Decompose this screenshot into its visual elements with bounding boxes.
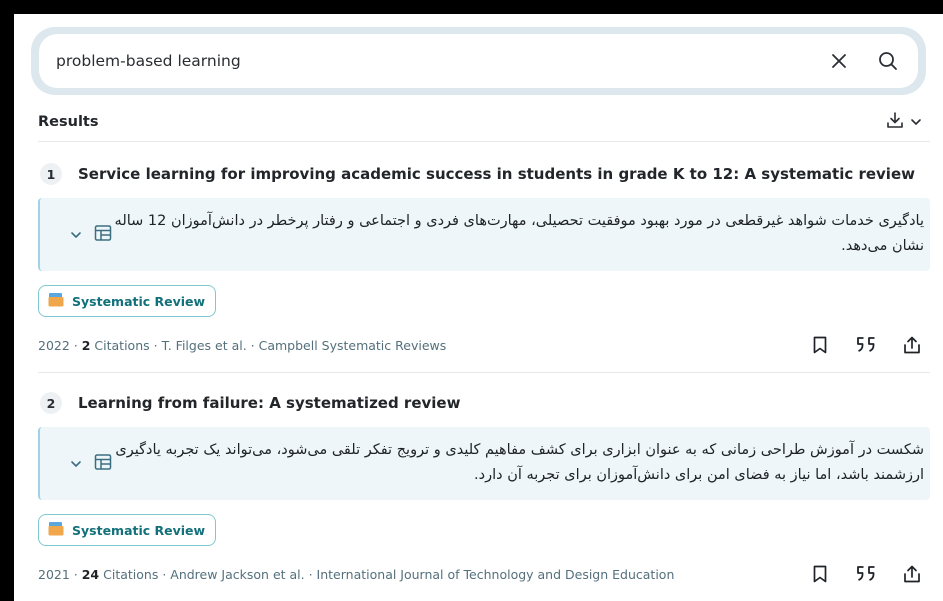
- result-number: 2: [40, 392, 62, 414]
- result-meta: 2021 · 24 Citations · Andrew Jackson et …: [38, 566, 675, 582]
- folder-icon: [48, 292, 64, 310]
- authors: T. Filges et al.: [161, 337, 247, 353]
- study-type-label: Systematic Review: [72, 293, 206, 309]
- chevron-down-icon[interactable]: [70, 226, 82, 245]
- year: 2022: [38, 337, 70, 353]
- quote-icon[interactable]: [852, 560, 880, 588]
- result-actions: [806, 560, 926, 588]
- authors: Andrew Jackson et al.: [170, 566, 305, 582]
- chevron-down-icon[interactable]: [70, 455, 82, 474]
- result-title-row: 2 Learning from failure: A systematized …: [38, 387, 930, 419]
- study-type-badge[interactable]: Systematic Review: [38, 514, 217, 546]
- folder-icon: [48, 521, 64, 539]
- close-icon[interactable]: [819, 41, 859, 81]
- result-title-row: 1 Service learning for improving academi…: [38, 158, 930, 190]
- citations-label: Citations: [94, 337, 150, 353]
- download-icon: [886, 111, 904, 133]
- result-item: 1 Service learning for improving academi…: [38, 158, 930, 362]
- summary-text: شکست در آموزش طراحی زمانی که به عنوان اب…: [115, 442, 924, 483]
- bookmark-icon[interactable]: [806, 331, 834, 359]
- quote-icon[interactable]: [852, 331, 880, 359]
- journal: International Journal of Technology and …: [316, 566, 675, 582]
- table-icon[interactable]: [94, 224, 112, 246]
- share-icon[interactable]: [898, 560, 926, 588]
- study-type-badge[interactable]: Systematic Review: [38, 285, 217, 317]
- journal: Campbell Systematic Reviews: [258, 337, 447, 353]
- result-actions: [806, 331, 926, 359]
- result-meta: 2022 · 2 Citations · T. Filges et al. · …: [38, 337, 447, 353]
- result-item: 2 Learning from failure: A systematized …: [38, 387, 930, 591]
- search-bar: [31, 27, 926, 95]
- result-summary: شکست در آموزش طراحی زمانی که به عنوان اب…: [38, 427, 930, 500]
- result-divider: [38, 372, 930, 373]
- result-meta-row: 2022 · 2 Citations · T. Filges et al. · …: [38, 328, 930, 362]
- results-title: Results: [38, 114, 99, 130]
- result-summary: یادگیری خدمات شواهد غیرقطعی در مورد بهبو…: [38, 198, 930, 271]
- result-title[interactable]: Service learning for improving academic …: [78, 165, 915, 183]
- app-frame: Results 1 Service learning for improving…: [14, 14, 943, 601]
- results-header: Results: [38, 103, 930, 142]
- bookmark-icon[interactable]: [806, 560, 834, 588]
- result-meta-row: 2021 · 24 Citations · Andrew Jackson et …: [38, 557, 930, 591]
- search-box: [39, 34, 918, 88]
- chevron-down-icon: [910, 113, 922, 132]
- summary-controls: [70, 453, 112, 475]
- table-icon[interactable]: [94, 453, 112, 475]
- year: 2021: [38, 566, 70, 582]
- citations-count: 24: [81, 566, 100, 582]
- study-type-label: Systematic Review: [72, 522, 206, 538]
- summary-text: یادگیری خدمات شواهد غیرقطعی در مورد بهبو…: [114, 213, 924, 254]
- result-title[interactable]: Learning from failure: A systematized re…: [78, 394, 460, 412]
- result-number: 1: [40, 163, 62, 185]
- citations-label: Citations: [103, 566, 159, 582]
- summary-controls: [70, 224, 112, 246]
- share-icon[interactable]: [898, 331, 926, 359]
- download-menu-button[interactable]: [886, 111, 922, 133]
- citations-count: 2: [81, 337, 91, 353]
- search-icon[interactable]: [868, 41, 908, 81]
- search-input[interactable]: [39, 40, 819, 82]
